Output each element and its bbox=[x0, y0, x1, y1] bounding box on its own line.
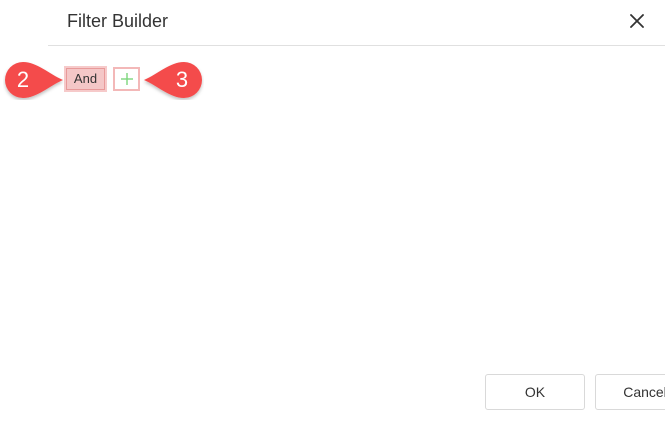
dialog-title: Filter Builder bbox=[67, 11, 169, 31]
callout-marker-3: 3 bbox=[142, 60, 204, 100]
callout-label: 3 bbox=[175, 67, 189, 92]
add-condition-button[interactable] bbox=[113, 67, 140, 91]
callout-label: 2 bbox=[16, 67, 30, 92]
close-icon bbox=[630, 14, 644, 28]
plus-icon bbox=[120, 73, 133, 85]
ok-button[interactable]: OK bbox=[485, 374, 585, 410]
filter-builder-dialog: Filter Builder OK Cancel bbox=[48, 0, 665, 425]
dialog-header: Filter Builder bbox=[48, 0, 665, 46]
page: Filter Builder OK Cancel And 2 3 bbox=[0, 0, 665, 425]
callout-marker-2: 2 bbox=[3, 60, 65, 100]
close-button[interactable] bbox=[627, 11, 647, 31]
group-operation-button[interactable]: And bbox=[64, 66, 107, 92]
cancel-button[interactable]: Cancel bbox=[595, 374, 665, 410]
